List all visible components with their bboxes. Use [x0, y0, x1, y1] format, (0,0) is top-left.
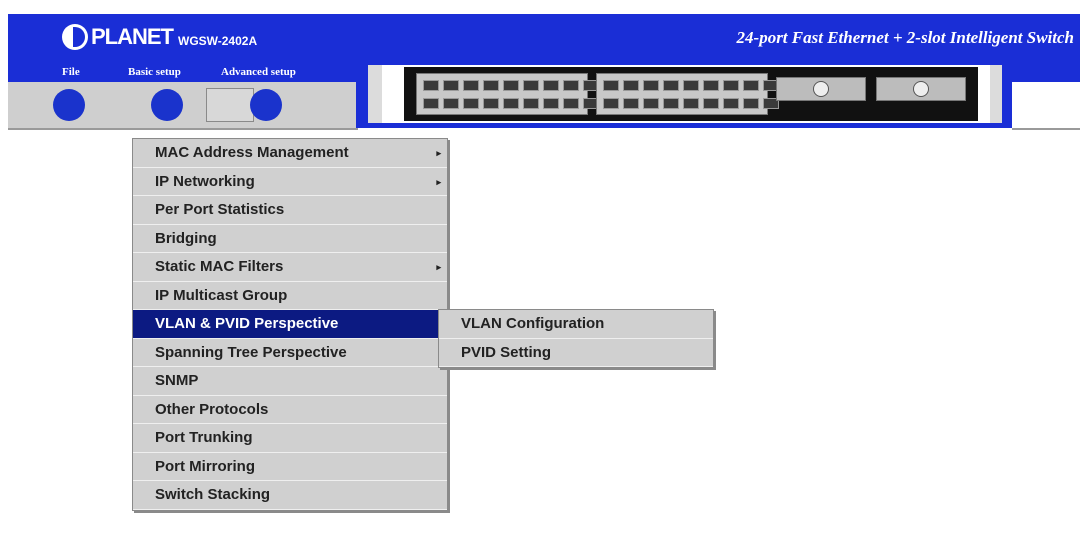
menu-item-vlan-pvid-perspective[interactable]: VLAN & PVID Perspective	[133, 310, 447, 339]
port[interactable]	[723, 80, 739, 91]
vlan-pvid-submenu: VLAN Configuration PVID Setting	[438, 309, 714, 368]
advanced-setup-menu: MAC Address Management ▸ IP Networking ▸ P…	[132, 138, 448, 511]
port[interactable]	[463, 98, 479, 109]
file-button[interactable]	[53, 89, 85, 121]
port[interactable]	[623, 80, 639, 91]
product-tagline: 24-port Fast Ethernet + 2-slot Intellige…	[736, 28, 1074, 47]
port[interactable]	[703, 80, 719, 91]
submenu-item-pvid-setting[interactable]: PVID Setting	[439, 339, 713, 367]
menu-item-ip-multicast-group[interactable]: IP Multicast Group	[133, 282, 447, 310]
menu-item-ip-networking[interactable]: IP Networking ▸	[133, 168, 447, 196]
port[interactable]	[443, 98, 459, 109]
port[interactable]	[543, 80, 559, 91]
menu-item-mac-address-management[interactable]: MAC Address Management ▸	[133, 139, 447, 168]
menu-item-static-mac-filters[interactable]: Static MAC Filters ▸	[133, 253, 447, 282]
port[interactable]	[523, 98, 539, 109]
model-name: WGSW-2402A	[178, 34, 258, 48]
port[interactable]	[643, 98, 659, 109]
submenu-item-vlan-configuration[interactable]: VLAN Configuration	[439, 310, 713, 339]
header-right-strip	[1012, 63, 1080, 130]
slot-knob-icon	[813, 81, 829, 97]
port-block-1	[416, 73, 599, 115]
port[interactable]	[743, 98, 759, 109]
port[interactable]	[543, 98, 559, 109]
switch-front-panel	[404, 67, 978, 121]
port[interactable]	[563, 98, 579, 109]
port[interactable]	[683, 80, 699, 91]
port[interactable]	[503, 98, 519, 109]
port[interactable]	[663, 98, 679, 109]
port[interactable]	[743, 80, 759, 91]
slot-knob-icon	[913, 81, 929, 97]
menu-item-spanning-tree-perspective[interactable]: Spanning Tree Perspective	[133, 339, 447, 367]
port[interactable]	[523, 80, 539, 91]
advanced-setup-button[interactable]	[250, 89, 282, 121]
port[interactable]	[463, 80, 479, 91]
toolbar	[8, 82, 358, 130]
port[interactable]	[483, 98, 499, 109]
port[interactable]	[703, 98, 719, 109]
port[interactable]	[603, 80, 619, 91]
port[interactable]	[563, 80, 579, 91]
basic-setup-button[interactable]	[151, 89, 183, 121]
port[interactable]	[623, 98, 639, 109]
port[interactable]	[683, 98, 699, 109]
menu-item-bridging[interactable]: Bridging	[133, 225, 447, 253]
switch-panel	[356, 63, 1012, 128]
app-header: PLANET WGSW-2402A 24-port Fast Ethernet …	[8, 14, 1080, 66]
logo-icon	[62, 24, 88, 50]
port[interactable]	[483, 80, 499, 91]
menu-bar: File Basic setup Advanced setup	[8, 63, 356, 82]
port[interactable]	[423, 80, 439, 91]
expansion-slot-2[interactable]	[876, 77, 966, 101]
submenu-arrow-icon: ▸	[436, 176, 441, 187]
menu-file[interactable]: File	[62, 66, 80, 78]
port[interactable]	[643, 80, 659, 91]
port[interactable]	[663, 80, 679, 91]
menu-item-per-port-statistics[interactable]: Per Port Statistics	[133, 196, 447, 225]
menu-item-port-mirroring[interactable]: Port Mirroring	[133, 453, 447, 481]
port[interactable]	[423, 98, 439, 109]
toolbar-blank-box	[206, 88, 254, 122]
logo-text: PLANET	[91, 24, 174, 49]
menu-basic-setup[interactable]: Basic setup	[128, 66, 181, 78]
port[interactable]	[443, 80, 459, 91]
menu-item-switch-stacking[interactable]: Switch Stacking	[133, 481, 447, 510]
submenu-arrow-icon: ▸	[436, 262, 441, 272]
port[interactable]	[503, 80, 519, 91]
menu-item-other-protocols[interactable]: Other Protocols	[133, 396, 447, 424]
planet-logo: PLANET	[62, 22, 174, 52]
menu-item-snmp[interactable]: SNMP	[133, 367, 447, 396]
menu-item-port-trunking[interactable]: Port Trunking	[133, 424, 447, 453]
menu-advanced-setup[interactable]: Advanced setup	[221, 66, 296, 78]
expansion-slot-1[interactable]	[776, 77, 866, 101]
port-block-2	[596, 73, 779, 115]
port[interactable]	[603, 98, 619, 109]
submenu-arrow-icon: ▸	[436, 148, 441, 158]
port[interactable]	[723, 98, 739, 109]
